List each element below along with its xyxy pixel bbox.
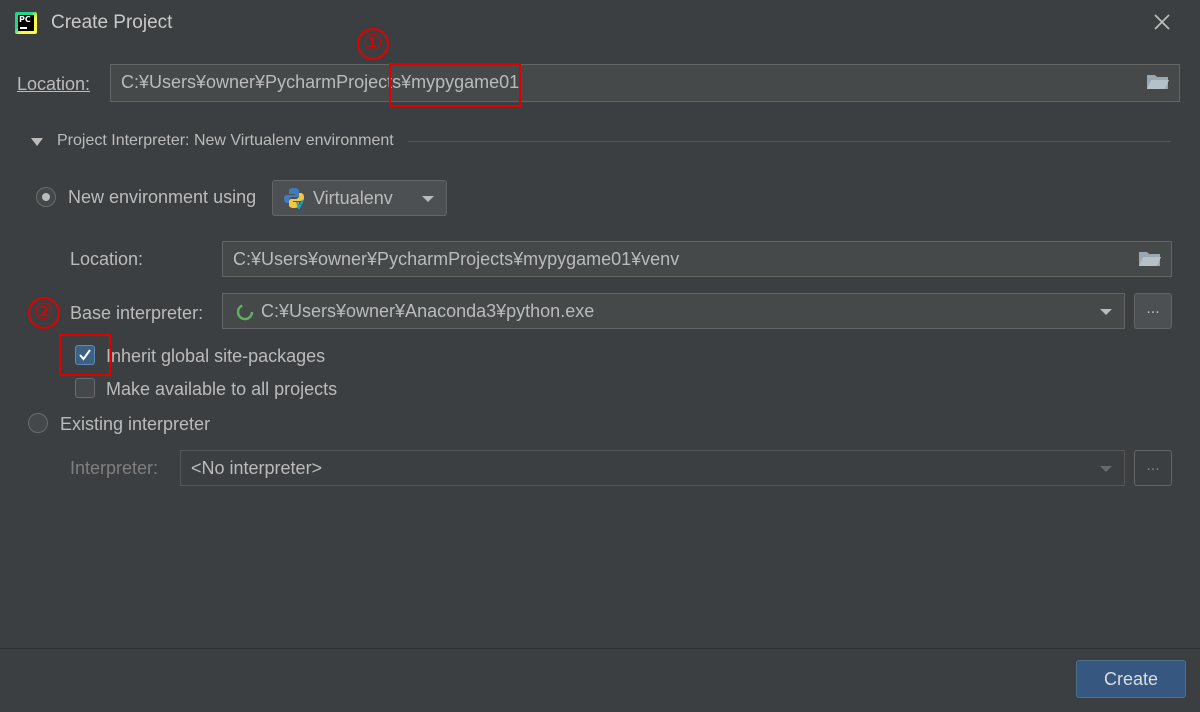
title-bar: PC Create Project xyxy=(0,0,1200,46)
pycharm-icon: PC xyxy=(15,12,37,34)
close-icon xyxy=(1154,14,1170,30)
interpreter-section-title[interactable]: Project Interpreter: New Virtualenv envi… xyxy=(57,132,394,150)
window-title: Create Project xyxy=(51,12,173,33)
new-environment-radio[interactable] xyxy=(36,187,56,207)
inherit-packages-label: Inherit global site-packages xyxy=(106,346,326,366)
venv-location-label: Location: xyxy=(70,249,144,269)
folder-icon xyxy=(1139,252,1161,266)
venv-location-input[interactable]: C:¥Users¥owner¥PycharmProjects¥mypygame0… xyxy=(222,241,1172,277)
existing-interpreter-value: <No interpreter> xyxy=(191,458,323,478)
browse-base-interpreter-button[interactable]: ... xyxy=(1134,293,1172,329)
base-interpreter-select[interactable]: C:¥Users¥owner¥Anaconda3¥python.exe xyxy=(222,293,1125,329)
python-icon xyxy=(284,188,304,209)
browse-venv-location-button[interactable] xyxy=(1138,249,1162,269)
interpreter-label: Interpreter: xyxy=(70,458,159,478)
existing-interpreter-label: Existing interpreter xyxy=(60,414,211,434)
make-available-checkbox[interactable] xyxy=(75,378,95,398)
create-button[interactable]: Create xyxy=(1076,660,1186,698)
base-interpreter-value: C:¥Users¥owner¥Anaconda3¥python.exe xyxy=(261,301,595,321)
chevron-down-icon[interactable] xyxy=(30,137,44,147)
location-label: Location: xyxy=(17,74,91,94)
section-divider xyxy=(408,141,1171,142)
dropdown-arrow-icon xyxy=(1100,309,1112,315)
annotation-number-1: ① xyxy=(357,28,389,60)
environment-tool-value: Virtualenv xyxy=(313,188,393,208)
existing-interpreter-radio[interactable] xyxy=(28,413,48,433)
close-button[interactable] xyxy=(1148,8,1176,36)
base-interpreter-label: Base interpreter: xyxy=(70,303,204,323)
spinner-icon xyxy=(236,303,254,321)
annotation-number-2: ② xyxy=(28,297,60,329)
existing-interpreter-select[interactable]: <No interpreter> xyxy=(180,450,1125,486)
project-location-input[interactable]: C:¥Users¥owner¥PycharmProjects¥mypygame0… xyxy=(110,64,1180,102)
footer-divider xyxy=(0,648,1200,649)
browse-existing-interpreter-button[interactable]: ... xyxy=(1134,450,1172,486)
make-available-label: Make available to all projects xyxy=(106,379,338,399)
dropdown-arrow-icon xyxy=(422,196,434,202)
folder-icon xyxy=(1147,75,1169,89)
environment-tool-select[interactable]: Virtualenv xyxy=(272,180,447,216)
annotation-box-2 xyxy=(59,334,111,376)
new-environment-label: New environment using xyxy=(68,187,257,207)
dropdown-arrow-icon xyxy=(1100,466,1112,472)
venv-location-value: C:¥Users¥owner¥PycharmProjects¥mypygame0… xyxy=(233,249,680,269)
annotation-box-1 xyxy=(389,63,521,107)
browse-location-button[interactable] xyxy=(1146,72,1170,92)
